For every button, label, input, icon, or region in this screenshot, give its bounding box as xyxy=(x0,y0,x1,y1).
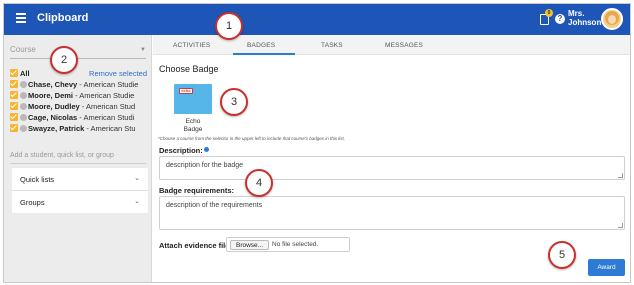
student-checkbox[interactable] xyxy=(10,91,18,99)
student-name: Moore, Dudley xyxy=(28,102,80,111)
tab-tasks[interactable]: TASKS xyxy=(321,42,343,49)
person-icon xyxy=(20,114,27,121)
user-name-line2: Johnson xyxy=(568,18,602,27)
groups-accordion[interactable]: Groups ⌄ xyxy=(12,191,148,213)
callout-4: 4 xyxy=(245,169,273,197)
add-student-input[interactable]: Add a student, quick list, or group xyxy=(10,152,146,164)
tab-activities[interactable]: ACTIVITIES xyxy=(173,42,210,49)
app-title: Clipboard xyxy=(37,12,89,24)
avatar[interactable] xyxy=(601,8,623,30)
notification-badge: 0 xyxy=(545,9,553,17)
person-icon xyxy=(20,103,27,110)
browse-button[interactable]: Browse... xyxy=(230,240,270,250)
badge-hint: *Choose a course from the selector in th… xyxy=(158,136,345,141)
quick-lists-accordion[interactable]: Quick lists ⌄ xyxy=(12,168,148,190)
top-bar: Clipboard 0 ? Mrs. Johnson xyxy=(4,4,630,35)
resize-handle[interactable] xyxy=(618,223,623,228)
student-checkbox[interactable] xyxy=(10,102,18,110)
course-select[interactable]: Course ▼ xyxy=(10,45,146,59)
active-tab-indicator xyxy=(233,53,295,55)
attach-label: Attach evidence file: xyxy=(159,241,232,250)
student-row[interactable]: Moore, Demi - American Studie xyxy=(10,91,142,101)
student-name: Swayze, Patrick xyxy=(28,124,85,133)
student-row[interactable]: Cage, Nicolas - American Studi xyxy=(10,113,142,123)
app-window: Clipboard 0 ? Mrs. Johnson Course ▼ All … xyxy=(3,3,631,283)
description-field[interactable]: description for the badge xyxy=(159,156,625,180)
student-row[interactable]: Swayze, Patrick - American Stu xyxy=(10,124,142,134)
tab-messages[interactable]: MESSAGES xyxy=(385,42,423,49)
badge-emblem: echo xyxy=(179,88,193,94)
description-value: description for the badge xyxy=(166,162,244,169)
chevron-down-icon: ⌄ xyxy=(134,198,140,205)
checkbox-all[interactable] xyxy=(10,69,18,77)
student-row[interactable]: Chase, Chevy - American Studie xyxy=(10,80,142,90)
award-button[interactable]: Award xyxy=(588,259,625,276)
student-course: - American Studie xyxy=(73,91,135,100)
course-select-label: Course xyxy=(10,45,36,54)
person-icon xyxy=(20,125,27,132)
user-name[interactable]: Mrs. Johnson xyxy=(568,9,601,27)
hamburger-icon[interactable] xyxy=(16,13,26,23)
student-course: - American Stu xyxy=(84,124,136,133)
file-input[interactable]: Browse... No file selected. xyxy=(226,237,350,252)
avatar-face xyxy=(608,15,616,24)
student-checkbox[interactable] xyxy=(10,80,18,88)
chevron-down-icon: ▼ xyxy=(140,47,146,53)
info-icon[interactable] xyxy=(203,147,209,152)
description-label: Description: xyxy=(159,146,209,155)
quick-lists-label: Quick lists xyxy=(20,175,55,184)
description-label-text: Description: xyxy=(159,146,203,155)
student-checkbox[interactable] xyxy=(10,124,18,132)
person-icon xyxy=(20,92,27,99)
badge-name: Echo Badge xyxy=(174,118,212,134)
sidebar: Course ▼ All Remove selected Chase, Chev… xyxy=(4,35,152,282)
callout-3: 3 xyxy=(220,88,248,116)
echo-badge-tile[interactable]: echo xyxy=(174,84,212,114)
student-row[interactable]: Moore, Dudley - American Stud xyxy=(10,102,142,112)
student-name: Cage, Nicolas xyxy=(28,113,78,122)
student-course: - American Studie xyxy=(77,80,139,89)
requirements-field[interactable]: description of the requirements xyxy=(159,196,625,230)
callout-2: 2 xyxy=(50,46,78,74)
groups-label: Groups xyxy=(20,198,45,207)
callout-1: 1 xyxy=(215,12,243,40)
person-icon xyxy=(20,81,27,88)
callout-5: 5 xyxy=(548,241,576,269)
student-name: Moore, Demi xyxy=(28,91,74,100)
file-status: No file selected. xyxy=(272,241,319,248)
chevron-down-icon: ⌄ xyxy=(134,175,140,182)
all-label: All xyxy=(20,69,30,78)
student-name: Chase, Chevy xyxy=(28,80,78,89)
resize-handle[interactable] xyxy=(618,173,623,178)
student-course: - American Stud xyxy=(79,102,136,111)
tab-badges[interactable]: BADGES xyxy=(247,42,275,49)
choose-badge-title: Choose Badge xyxy=(159,64,219,74)
user-name-line1: Mrs. xyxy=(568,9,585,18)
requirements-label: Badge requirements: xyxy=(159,186,235,195)
student-course: - American Studi xyxy=(77,113,135,122)
remove-selected-link[interactable]: Remove selected xyxy=(89,69,147,78)
badge-name-line2: Badge xyxy=(183,126,203,133)
help-icon[interactable]: ? xyxy=(555,14,565,24)
badge-name-line1: Echo xyxy=(185,118,201,125)
student-checkbox[interactable] xyxy=(10,113,18,121)
requirements-value: description of the requirements xyxy=(166,202,263,209)
